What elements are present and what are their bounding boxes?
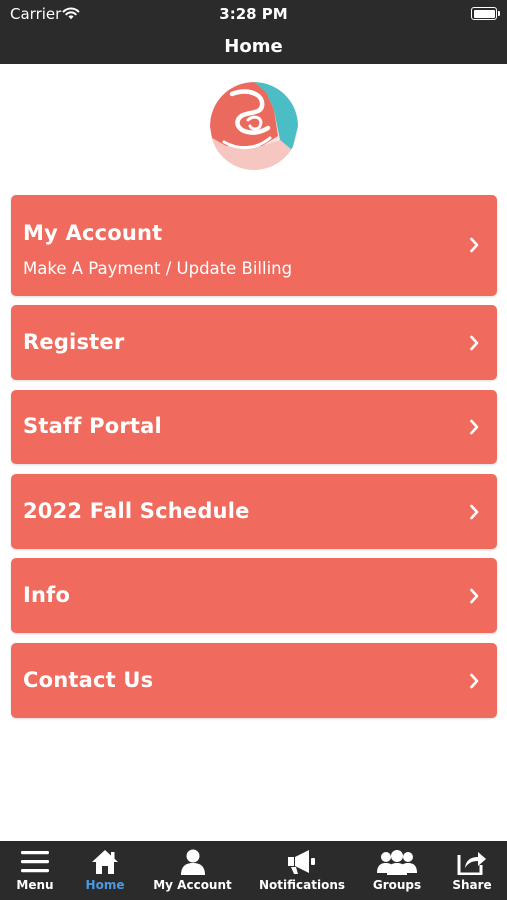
tab-groups[interactable]: Groups (360, 841, 434, 900)
tab-home[interactable]: Home (70, 841, 140, 900)
tab-share[interactable]: Share (440, 841, 504, 900)
menu-button-contact-us[interactable]: Contact Us (11, 643, 497, 718)
tab-label: My Account (153, 878, 232, 892)
menu-button-register[interactable]: Register (11, 305, 497, 380)
menu-button-subtitle: Make A Payment / Update Billing (23, 259, 293, 278)
user-icon (180, 849, 205, 875)
menu-button-title: Register (23, 330, 125, 354)
top-bar: Carrier 3:28 PM Home (0, 0, 507, 64)
group-icon (377, 850, 417, 875)
menu-button-title: Staff Portal (23, 414, 162, 438)
tab-notifications[interactable]: Notifications (250, 841, 354, 900)
chevron-right-icon (470, 335, 479, 351)
menu-button-my-account[interactable]: My Account Make A Payment / Update Billi… (11, 195, 497, 296)
tab-label: Home (85, 878, 125, 892)
megaphone-icon (288, 850, 315, 874)
menu-button-fall-schedule[interactable]: 2022 Fall Schedule (11, 474, 497, 549)
home-icon (92, 850, 118, 874)
tab-label: Groups (372, 878, 422, 892)
chevron-right-icon (470, 588, 479, 604)
chevron-right-icon (470, 237, 479, 253)
menu-button-title: 2022 Fall Schedule (23, 499, 250, 523)
hamburger-menu-icon (21, 851, 49, 873)
share-icon (457, 852, 486, 875)
menu-button-title: Contact Us (23, 668, 154, 692)
page-title: Home (224, 36, 283, 57)
app-logo (210, 82, 298, 170)
menu-button-info[interactable]: Info (11, 558, 497, 633)
tab-menu[interactable]: Menu (0, 841, 70, 900)
menu-button-title: Info (23, 583, 71, 607)
tab-label: Notifications (258, 878, 346, 892)
tab-label: Menu (16, 878, 54, 892)
status-time: 3:28 PM (219, 5, 288, 23)
menu-button-staff-portal[interactable]: Staff Portal (11, 390, 497, 464)
tab-bar: Menu Home My Account Notifications Group… (0, 841, 507, 900)
tab-my-account[interactable]: My Account (140, 841, 245, 900)
battery-icon (471, 7, 500, 20)
menu-button-title: My Account (23, 221, 163, 245)
tab-label: Share (452, 878, 492, 892)
status-bar: Carrier 3:28 PM (0, 0, 507, 28)
chevron-right-icon (470, 419, 479, 435)
chevron-right-icon (470, 504, 479, 520)
chevron-right-icon (470, 673, 479, 689)
